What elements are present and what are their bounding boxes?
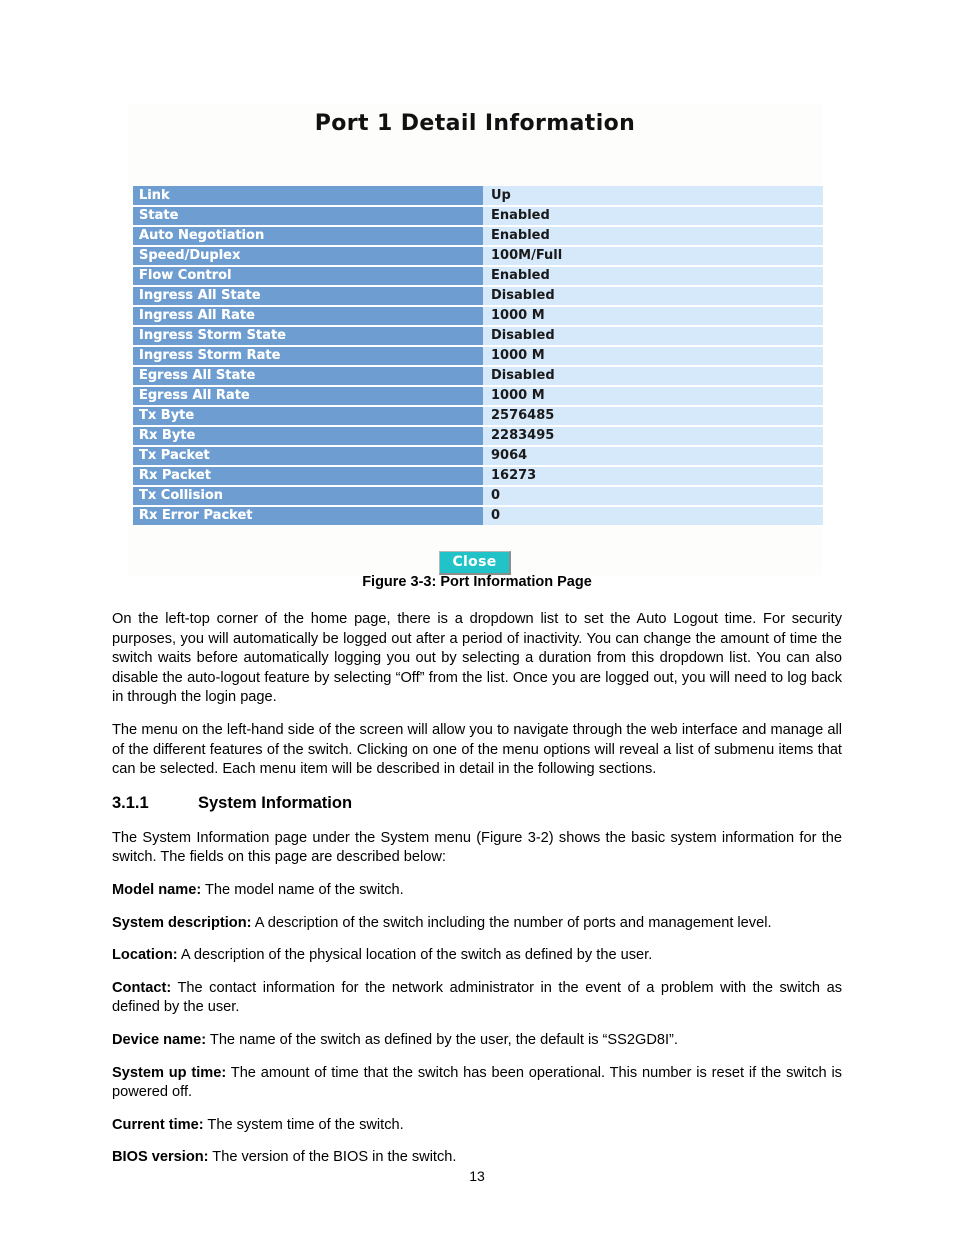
table-row: Ingress All Rate 1000 M: [133, 306, 823, 327]
row-value: Enabled: [483, 206, 823, 227]
field-description: System description: A description of the…: [112, 914, 842, 934]
field-description: Contact: The contact information for the…: [112, 979, 842, 1018]
table-row: Tx Byte 2576485: [133, 406, 823, 427]
table-row: Tx Collision 0: [133, 486, 823, 507]
table-row: Ingress All State Disabled: [133, 286, 823, 307]
row-label: Tx Packet: [133, 446, 483, 467]
field-description: System up time: The amount of time that …: [112, 1064, 842, 1103]
field-term: Current time:: [112, 1116, 204, 1133]
switch-web-ui-panel: Port 1 Detail Information Link Up State Ena…: [128, 103, 823, 575]
table-row: Speed/Duplex 100M/Full: [133, 246, 823, 267]
row-value: Disabled: [483, 366, 823, 387]
field-text: The contact information for the network …: [112, 979, 842, 1016]
row-value: 16273: [483, 466, 823, 487]
table-row: State Enabled: [133, 206, 823, 227]
row-value: 0: [483, 506, 823, 527]
field-description-list: Model name: The model name of the switch…: [112, 881, 842, 1168]
table-row: Flow Control Enabled: [133, 266, 823, 287]
field-term: BIOS version:: [112, 1149, 209, 1166]
row-value: 100M/Full: [483, 246, 823, 267]
port-detail-table-body: Link Up State Enabled Auto Negotiation Enable…: [133, 186, 823, 527]
row-value: 2283495: [483, 426, 823, 447]
table-row: Rx Error Packet 0: [133, 506, 823, 527]
table-row: Ingress Storm State Disabled: [133, 326, 823, 347]
page-title: Port 1 Detail Information: [314, 111, 636, 136]
field-term: System description:: [112, 914, 252, 931]
row-label: Tx Byte: [133, 406, 483, 427]
table-row: Link Up: [133, 186, 823, 207]
close-button[interactable]: Close: [439, 551, 511, 575]
field-term: Contact:: [112, 979, 172, 996]
row-label: Auto Negotiation: [133, 226, 483, 247]
paragraph-auto-logout: On the left-top corner of the home page,…: [112, 611, 842, 706]
row-label: Egress All State: [133, 366, 483, 387]
row-value: Disabled: [483, 326, 823, 347]
section-title: System Information: [198, 793, 353, 812]
port-detail-table: Link Up State Enabled Auto Negotiation Enable…: [133, 186, 823, 527]
row-value: 1000 M: [483, 346, 823, 367]
field-text: The model name of the switch.: [201, 881, 404, 898]
row-label: Rx Error Packet: [133, 506, 483, 527]
row-label: Rx Packet: [133, 466, 483, 487]
row-label: Flow Control: [133, 266, 483, 287]
table-row: Rx Packet 16273: [133, 466, 823, 487]
row-label: Ingress All State: [133, 286, 483, 307]
field-text: A description of the switch including th…: [251, 914, 772, 931]
row-label: Ingress All Rate: [133, 306, 483, 327]
field-text: The name of the switch as defined by the…: [206, 1031, 678, 1048]
row-label: Tx Collision: [133, 486, 483, 507]
figure-caption: Figure 3-3: Port Information Page: [362, 574, 592, 590]
document-body: On the left-top corner of the home page,…: [112, 610, 842, 1181]
table-row: Egress All Rate 1000 M: [133, 386, 823, 407]
field-text: The version of the BIOS in the switch.: [208, 1149, 457, 1166]
field-term: Location:: [112, 947, 178, 964]
row-value: Enabled: [483, 226, 823, 247]
row-label: Egress All Rate: [133, 386, 483, 407]
row-value: Disabled: [483, 286, 823, 307]
table-row: Tx Packet 9064: [133, 446, 823, 467]
row-label: Speed/Duplex: [133, 246, 483, 267]
row-label: Link: [133, 186, 483, 207]
field-description: Location: A description of the physical …: [112, 946, 842, 966]
row-value: Enabled: [483, 266, 823, 287]
section-heading: 3.1.1 System Information: [112, 794, 842, 813]
field-term: Device name:: [112, 1031, 207, 1048]
row-label: Ingress Storm State: [133, 326, 483, 347]
row-value: 9064: [483, 446, 823, 467]
field-description: Current time: The system time of the swi…: [112, 1116, 842, 1136]
field-text: The system time of the switch.: [203, 1116, 404, 1133]
row-label: State: [133, 206, 483, 227]
row-value: 1000 M: [483, 306, 823, 327]
table-row: Auto Negotiation Enabled: [133, 226, 823, 247]
paragraph-left-menu: The menu on the left-hand side of the sc…: [112, 721, 842, 778]
field-description: BIOS version: The version of the BIOS in…: [112, 1148, 842, 1168]
field-term: System up time:: [112, 1064, 227, 1081]
page-number: 13: [469, 1168, 485, 1184]
row-value: Up: [483, 186, 823, 207]
row-value: 2576485: [483, 406, 823, 427]
row-value: 1000 M: [483, 386, 823, 407]
row-value: 0: [483, 486, 823, 507]
table-row: Ingress Storm Rate 1000 M: [133, 346, 823, 367]
row-label: Ingress Storm Rate: [133, 346, 483, 367]
field-description: Model name: The model name of the switch…: [112, 881, 842, 901]
field-term: Model name:: [112, 881, 202, 898]
table-row: Rx Byte 2283495: [133, 426, 823, 447]
table-row: Egress All State Disabled: [133, 366, 823, 387]
field-description: Device name: The name of the switch as d…: [112, 1031, 842, 1051]
close-button-container: Close: [128, 551, 822, 575]
row-label: Rx Byte: [133, 426, 483, 447]
paragraph-system-information-intro: The System Information page under the Sy…: [112, 829, 842, 866]
section-number: 3.1.1: [112, 793, 149, 812]
field-text: A description of the physical location o…: [177, 947, 653, 964]
